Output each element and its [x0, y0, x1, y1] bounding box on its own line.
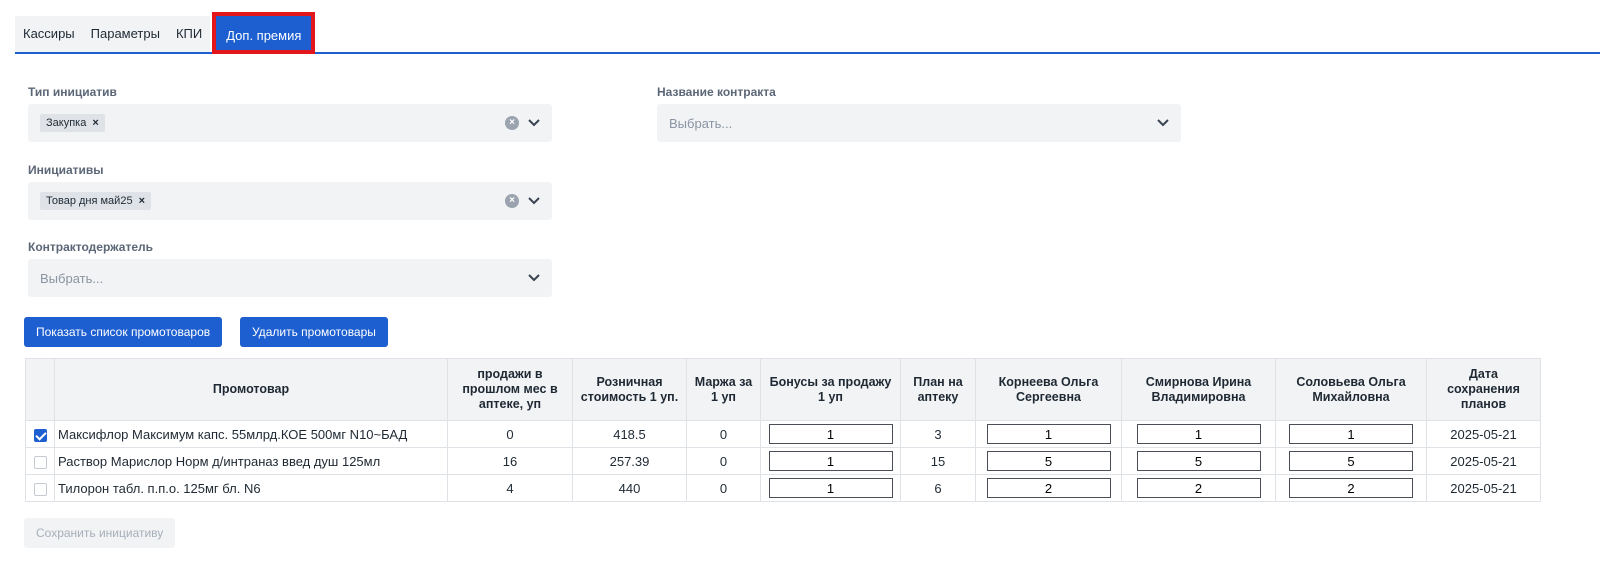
smirnova-plan-input[interactable]: [1136, 451, 1261, 471]
column-header-date: Дата сохранения планов: [1426, 358, 1541, 421]
table-row: Максифлор Максимум капс. 55млрд.КОЕ 500м…: [25, 420, 1541, 448]
column-header-bonus: Бонусы за продажу 1 уп: [760, 358, 901, 421]
date-cell: 2025-05-21: [1426, 447, 1541, 475]
initiative-type-chip: Закупка ×: [40, 114, 105, 132]
korneeva-plan-input[interactable]: [986, 424, 1111, 444]
margin-cell: 0: [686, 474, 761, 502]
smirnova-cell: [1121, 447, 1276, 475]
show-promo-list-button[interactable]: Показать список промотоваров: [24, 317, 223, 347]
solovyeva-plan-input[interactable]: [1289, 451, 1413, 471]
initiatives-chip: Товар дня май25 ×: [40, 192, 151, 210]
row-select-cell[interactable]: [25, 474, 55, 502]
margin-cell: 0: [686, 420, 761, 448]
smirnova-cell: [1121, 420, 1276, 448]
column-header-margin: Маржа за 1 уп: [686, 358, 761, 421]
bonus-input[interactable]: [768, 451, 893, 471]
korneeva-cell: [975, 447, 1122, 475]
promo-name: Максифлор Максимум капс. 55млрд.КОЕ 500м…: [54, 420, 448, 448]
solovyeva-cell: [1275, 420, 1427, 448]
contract-holder-label: Контрактодержатель: [28, 240, 154, 254]
chip-remove-icon[interactable]: ×: [92, 117, 98, 129]
solovyeva-cell: [1275, 447, 1427, 475]
contract-name-select[interactable]: Выбрать...: [657, 104, 1181, 142]
promo-table: Промотовар продажи в прошлом мес в аптек…: [25, 358, 1541, 502]
row-select-cell[interactable]: [25, 447, 55, 475]
select-column-header: [25, 358, 55, 421]
korneeva-plan-input[interactable]: [986, 451, 1111, 471]
plan-cell: 3: [900, 420, 976, 448]
bonus-input[interactable]: [768, 424, 893, 444]
date-cell: 2025-05-21: [1426, 474, 1541, 502]
solovyeva-cell: [1275, 474, 1427, 502]
tab-kpi[interactable]: КПИ: [167, 16, 211, 52]
row-checkbox[interactable]: [33, 455, 47, 469]
bonus-cell: [760, 447, 901, 475]
smirnova-plan-input[interactable]: [1136, 424, 1261, 444]
column-header-korneeva: Корнеева Ольга Сергеевна: [975, 358, 1122, 421]
tab-bar: Кассиры Параметры КПИ Доп. премия: [15, 12, 1600, 54]
chevron-down-icon[interactable]: [526, 114, 542, 130]
plan-cell: 6: [900, 474, 976, 502]
price-cell: 418.5: [572, 420, 687, 448]
initiative-type-select[interactable]: Закупка × ×: [28, 104, 552, 142]
initiatives-select[interactable]: Товар дня май25 × ×: [28, 182, 552, 220]
tab-parameters[interactable]: Параметры: [82, 16, 168, 52]
row-checkbox[interactable]: [33, 428, 47, 442]
price-cell: 257.39: [572, 447, 687, 475]
clear-icon[interactable]: ×: [505, 116, 519, 130]
contract-holder-select[interactable]: Выбрать...: [28, 259, 552, 297]
row-select-cell[interactable]: [25, 420, 55, 448]
column-header-price: Розничная стоимость 1 уп.: [572, 358, 687, 421]
chip-remove-icon[interactable]: ×: [139, 195, 145, 207]
korneeva-plan-input[interactable]: [986, 478, 1111, 498]
promo-name: Раствор Марислор Норм д/интраназ введ ду…: [54, 447, 448, 475]
bonus-cell: [760, 474, 901, 502]
column-header-solovyeva: Соловьева Ольга Михайловна: [1275, 358, 1427, 421]
initiatives-label: Инициативы: [28, 163, 104, 177]
tab-extra-bonus[interactable]: Доп. премия: [212, 12, 316, 54]
sales-cell: 4: [447, 474, 573, 502]
korneeva-cell: [975, 420, 1122, 448]
margin-cell: 0: [686, 447, 761, 475]
clear-icon[interactable]: ×: [505, 194, 519, 208]
bonus-cell: [760, 420, 901, 448]
solovyeva-plan-input[interactable]: [1289, 478, 1413, 498]
chevron-down-icon[interactable]: [1155, 114, 1171, 130]
column-header-plan: План на аптеку: [900, 358, 976, 421]
save-initiative-button[interactable]: Сохранить инициативу: [24, 518, 176, 548]
column-header-sales: продажи в прошлом мес в аптеке, уп: [447, 358, 573, 421]
table-header-row: Промотовар продажи в прошлом мес в аптек…: [25, 358, 1541, 421]
date-cell: 2025-05-21: [1426, 420, 1541, 448]
smirnova-cell: [1121, 474, 1276, 502]
solovyeva-plan-input[interactable]: [1289, 424, 1413, 444]
sales-cell: 16: [447, 447, 573, 475]
smirnova-plan-input[interactable]: [1136, 478, 1261, 498]
chip-label: Закупка: [46, 117, 87, 129]
column-header-promo: Промотовар: [54, 358, 448, 421]
chip-label: Товар дня май25: [46, 195, 133, 207]
contract-name-label: Название контракта: [657, 85, 776, 99]
row-checkbox[interactable]: [33, 482, 47, 496]
plan-cell: 15: [900, 447, 976, 475]
delete-promo-button[interactable]: Удалить промотовары: [240, 317, 388, 347]
table-row: Тилорон табл. п.п.о. 125мг бл. N6 4 440 …: [25, 474, 1541, 502]
price-cell: 440: [572, 474, 687, 502]
initiative-type-label: Тип инициатив: [28, 85, 117, 99]
contract-holder-placeholder: Выбрать...: [40, 270, 104, 286]
chevron-down-icon[interactable]: [526, 269, 542, 285]
column-header-smirnova: Смирнова Ирина Владимировна: [1121, 358, 1276, 421]
tab-cashiers[interactable]: Кассиры: [15, 16, 83, 52]
korneeva-cell: [975, 474, 1122, 502]
sales-cell: 0: [447, 420, 573, 448]
bonus-input[interactable]: [768, 478, 893, 498]
table-row: Раствор Марислор Норм д/интраназ введ ду…: [25, 447, 1541, 475]
promo-name: Тилорон табл. п.п.о. 125мг бл. N6: [54, 474, 448, 502]
chevron-down-icon[interactable]: [526, 192, 542, 208]
contract-name-placeholder: Выбрать...: [669, 115, 733, 131]
